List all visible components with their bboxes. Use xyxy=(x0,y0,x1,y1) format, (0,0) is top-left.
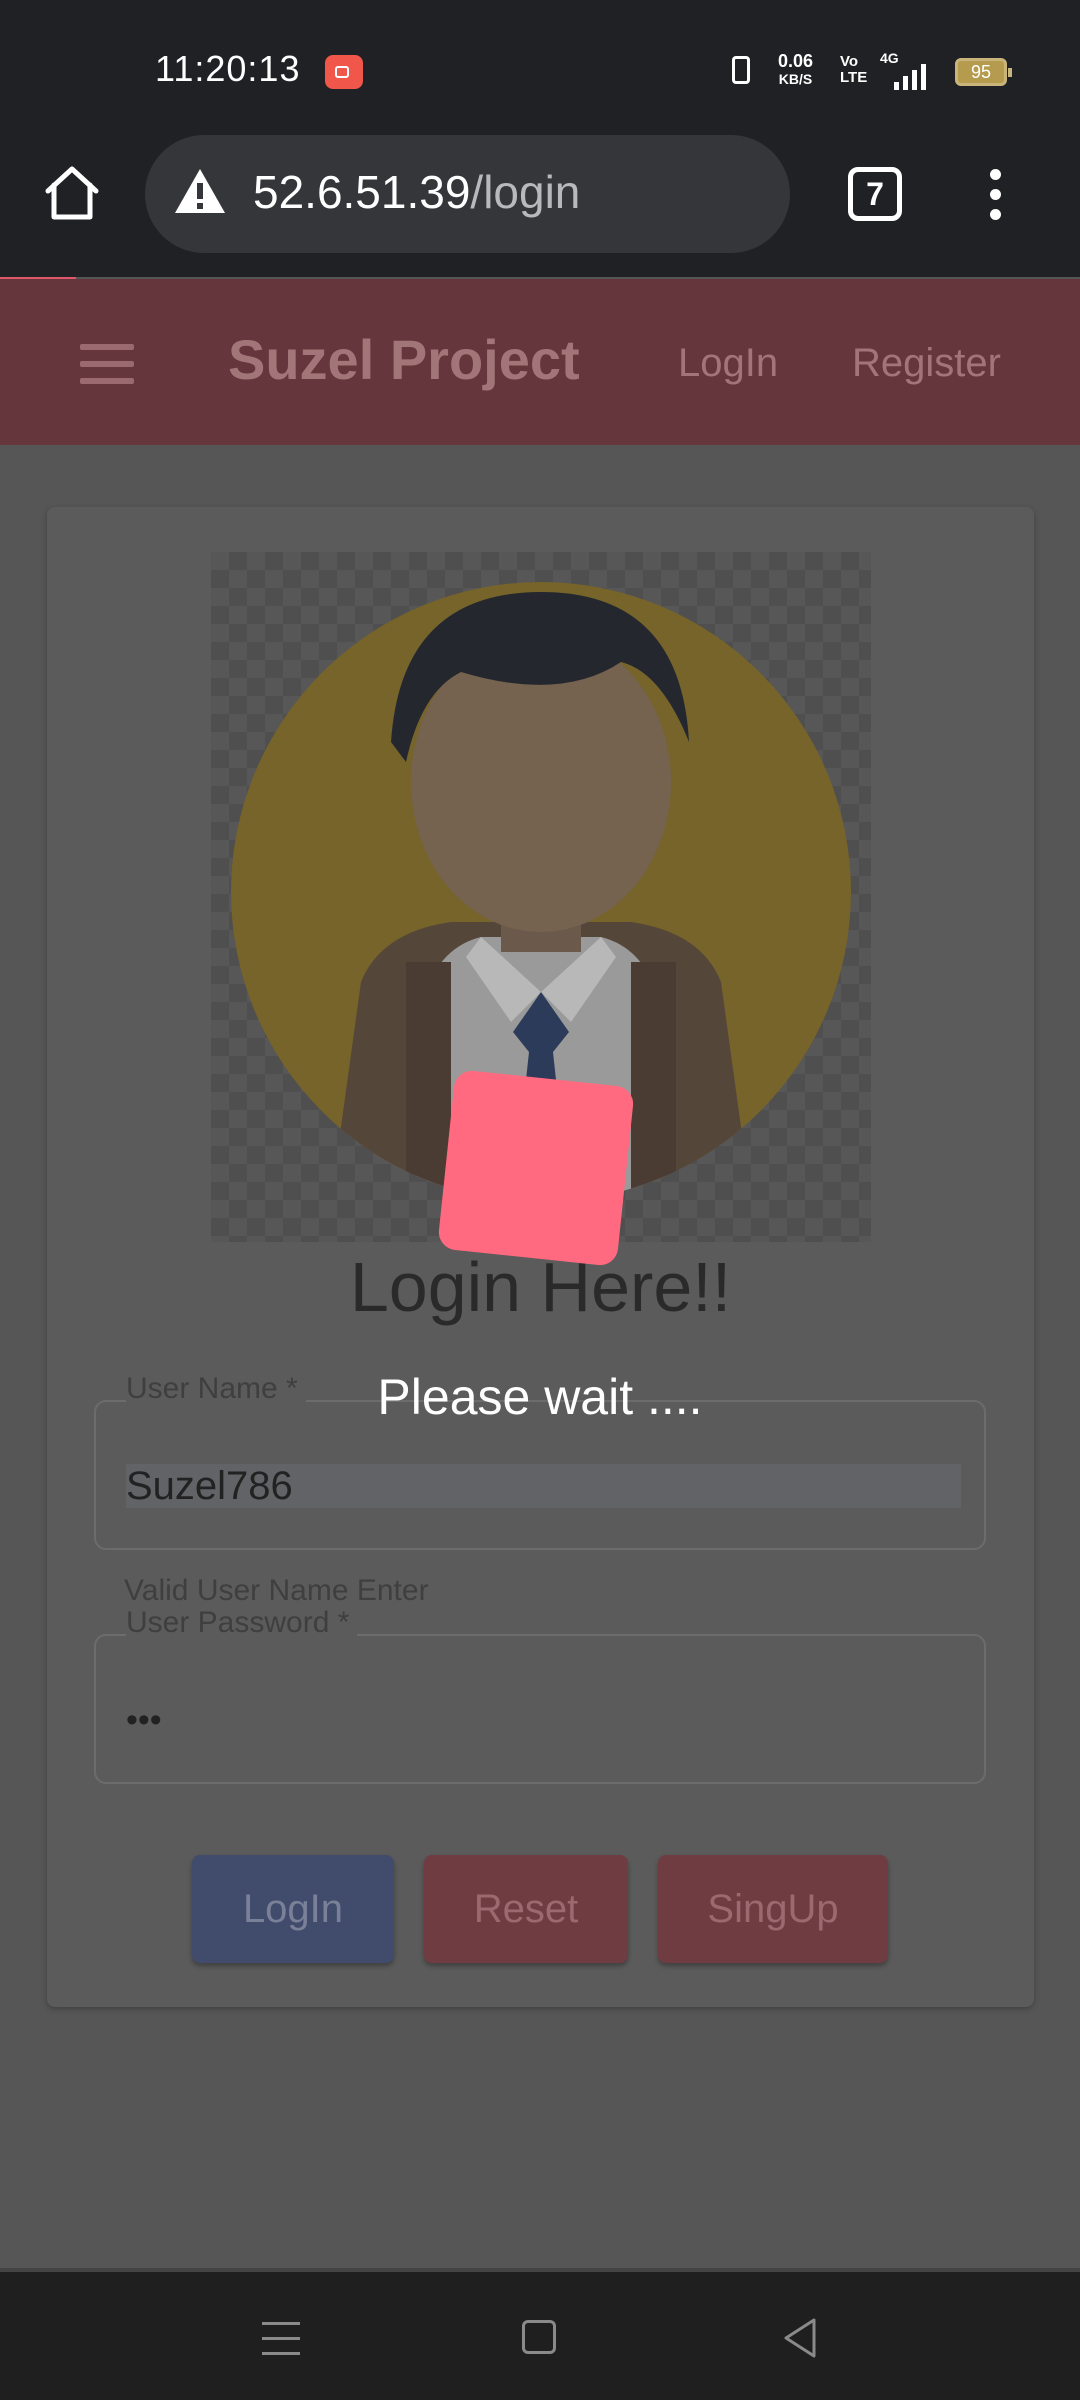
status-bar: 11:20:13 0.06 KB/S Vo LTE 4G 95 xyxy=(0,0,1080,135)
volte-indicator: Vo LTE xyxy=(840,53,868,86)
url-text: 52.6.51.39/login xyxy=(253,165,580,219)
nav-link-login[interactable]: LogIn xyxy=(678,341,778,386)
url-path: /login xyxy=(470,166,581,218)
password-field[interactable]: User Password * ••• xyxy=(94,1606,986,1784)
network-speed: 0.06 KB/S xyxy=(778,52,813,88)
menu-icon[interactable] xyxy=(262,2322,300,2356)
url-host: 52.6.51.39 xyxy=(253,166,471,218)
address-bar[interactable]: 52.6.51.39/login xyxy=(145,135,790,253)
home-square-icon[interactable] xyxy=(522,2320,556,2354)
status-icons: 0.06 KB/S Vo LTE 4G 95 xyxy=(720,50,1020,95)
hamburger-menu-icon[interactable] xyxy=(80,344,134,384)
username-helper-text: Valid User Name Enter xyxy=(124,1574,429,1607)
signal-icon xyxy=(890,64,926,90)
signup-button[interactable]: SingUp xyxy=(658,1855,888,1963)
status-time: 11:20:13 xyxy=(155,48,301,89)
brand-title: Suzel Project xyxy=(228,328,580,391)
network-speed-unit: KB/S xyxy=(778,71,813,87)
home-icon[interactable] xyxy=(40,161,104,225)
tab-switcher-button[interactable]: 7 xyxy=(848,167,902,221)
password-input[interactable]: ••• xyxy=(126,1698,961,1742)
battery-icon: 95 xyxy=(955,58,1012,86)
browser-toolbar: 52.6.51.39/login 7 xyxy=(0,135,1080,284)
username-input[interactable]: Suzel786 xyxy=(126,1464,961,1508)
system-navigation-bar xyxy=(0,2268,1080,2400)
not-secure-warning-icon xyxy=(175,169,225,213)
password-label: User Password * xyxy=(126,1606,358,1640)
loading-message: Please wait .... xyxy=(377,1369,703,1425)
network-speed-value: 0.06 xyxy=(778,51,814,71)
battery-level: 95 xyxy=(970,62,992,82)
reset-button[interactable]: Reset xyxy=(424,1855,628,1963)
back-triangle-icon[interactable] xyxy=(780,2316,820,2360)
app-navbar: Suzel Project LogIn Register xyxy=(0,279,1080,445)
loading-spinner xyxy=(437,1069,635,1267)
tab-count: 7 xyxy=(866,176,884,212)
login-button[interactable]: LogIn xyxy=(192,1855,394,1963)
more-options-icon[interactable] xyxy=(980,165,1010,225)
screen-record-icon xyxy=(325,55,363,89)
nav-link-register[interactable]: Register xyxy=(852,341,1001,386)
vibrate-icon xyxy=(732,56,750,84)
